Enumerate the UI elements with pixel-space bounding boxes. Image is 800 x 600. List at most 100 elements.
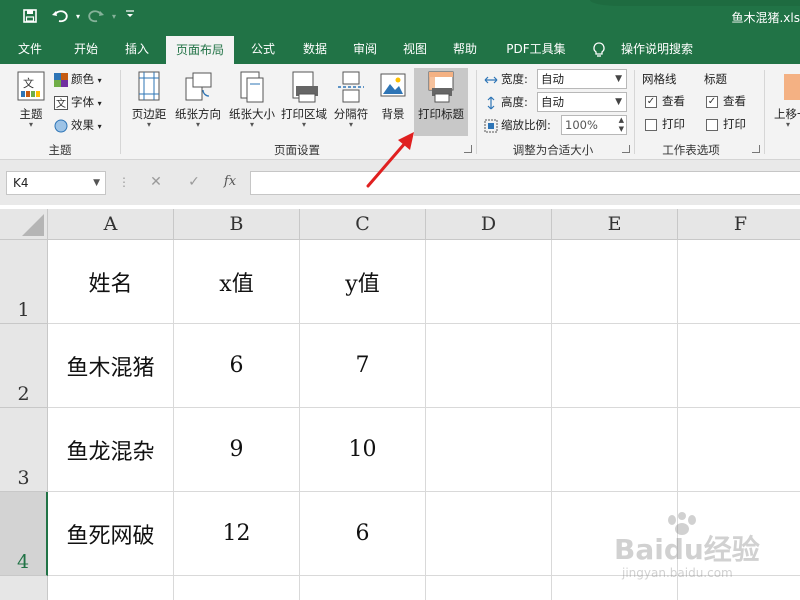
formula-input[interactable] [250,171,800,195]
tab-home[interactable]: 开始 [62,34,110,64]
cancel-icon[interactable]: ✕ [146,172,166,192]
row-header-3[interactable]: 3 [0,408,48,492]
tab-review[interactable]: 审阅 [342,34,388,64]
cell-c4[interactable]: 6 [300,492,426,576]
formula-bar: K4 ▼ ⋮ ✕ ✓ fx [0,160,800,205]
cell-a2[interactable]: 鱼木混猪 [48,324,174,408]
insert-function-icon[interactable]: fx [220,172,240,192]
column-header-f[interactable]: F [678,209,800,240]
print-titles-button[interactable]: 打印标题 [414,68,468,136]
cell-f1[interactable] [678,240,800,324]
scale-launcher-icon[interactable] [622,145,630,153]
sheet-options-launcher-icon[interactable] [752,145,760,153]
theme-fonts-label: 字体 [71,95,94,109]
height-select[interactable]: 自动 ▼ [537,92,627,112]
cell-b4[interactable]: 12 [174,492,300,576]
undo-dropdown-icon[interactable]: ▾ [68,8,88,26]
scale-spinner[interactable]: 100% ▲ ▼ [561,115,627,135]
enter-icon[interactable]: ✓ [184,172,204,192]
cell-b1[interactable]: x值 [174,240,300,324]
breaks-icon [336,70,366,104]
scale-icon [484,119,498,133]
customize-qat-icon[interactable] [120,8,140,26]
tab-view[interactable]: 视图 [392,34,438,64]
cell-a3[interactable]: 鱼龙混杂 [48,408,174,492]
name-box-value: K4 [13,176,29,190]
chevron-down-icon: ▾ [786,120,791,129]
width-select[interactable]: 自动 ▼ [537,69,627,89]
cell-c1[interactable]: y值 [300,240,426,324]
bring-forward-button[interactable]: 上移一 ▾ [770,68,800,136]
select-all-button[interactable] [0,209,48,240]
headings-view-checkbox[interactable]: ✓ 查看 [706,92,746,110]
themes-icon: 文 [16,70,46,104]
tab-file[interactable]: 文件 [8,34,52,64]
cell-f2[interactable] [678,324,800,408]
name-box[interactable]: K4 ▼ [6,171,106,195]
cell-e1[interactable] [552,240,678,324]
theme-colors-button[interactable]: 颜色 ▾ [54,69,102,89]
cell-b3[interactable]: 9 [174,408,300,492]
theme-effects-button[interactable]: 效果 ▾ [54,115,102,135]
size-button[interactable]: 纸张大小 ▾ [226,68,278,136]
cell-d3[interactable] [426,408,552,492]
background-label: 背景 [381,107,405,121]
cell-a1[interactable]: 姓名 [48,240,174,324]
cell-e3[interactable] [552,408,678,492]
cell-d2[interactable] [426,324,552,408]
background-button[interactable]: 背景 [374,68,412,136]
margins-button[interactable]: 页边距 ▾ [126,68,172,136]
lightbulb-icon[interactable] [590,34,608,64]
cell-a5[interactable] [48,576,174,600]
tab-insert[interactable]: 插入 [114,34,160,64]
orientation-button[interactable]: 纸张方向 ▾ [172,68,224,136]
width-label-row: 宽度: [484,69,528,89]
tab-help[interactable]: 帮助 [442,34,488,64]
gridlines-print-checkbox[interactable]: 打印 [645,115,685,133]
watermark-logo-text: Baidu经验 [614,533,760,566]
column-header-c[interactable]: C [300,209,426,240]
row-header-5[interactable] [0,576,48,600]
row-header-2[interactable]: 2 [0,324,48,408]
tab-formulas[interactable]: 公式 [240,34,286,64]
spinner-arrows-icon[interactable]: ▲ ▼ [619,116,624,134]
breaks-button[interactable]: 分隔符 ▾ [330,68,372,136]
column-header-b[interactable]: B [174,209,300,240]
print-area-button[interactable]: 打印区域 ▾ [278,68,330,136]
headings-print-checkbox[interactable]: 打印 [706,115,746,133]
page-setup-launcher-icon[interactable] [464,145,472,153]
column-header-e[interactable]: E [552,209,678,240]
gridlines-view-checkbox[interactable]: ✓ 查看 [645,92,685,110]
cell-d4[interactable] [426,492,552,576]
margins-icon [134,70,164,104]
row-number: 4 [16,551,30,573]
gridlines-print-label: 打印 [662,117,685,131]
cell-e2[interactable] [552,324,678,408]
cell-b5[interactable] [174,576,300,600]
cell-c3[interactable]: 10 [300,408,426,492]
cell-c2[interactable]: 7 [300,324,426,408]
orientation-icon [183,70,213,104]
save-icon[interactable] [20,8,40,26]
undo-icon[interactable] [50,8,70,26]
headings-print-label: 打印 [723,117,746,131]
tab-page-layout[interactable]: 页面布局 [166,36,234,64]
row-header-4[interactable]: 4 [0,492,48,576]
cell-f3[interactable] [678,408,800,492]
cell-b2[interactable]: 6 [174,324,300,408]
cell-c5[interactable] [300,576,426,600]
tab-data[interactable]: 数据 [292,34,338,64]
cell-a4[interactable]: 鱼死网破 [48,492,174,576]
row-header-1[interactable]: 1 [0,240,48,324]
chevron-down-icon[interactable]: ▼ [93,172,100,194]
chevron-down-icon: ▼ [615,74,622,84]
tab-pdf-tools[interactable]: PDF工具集 [498,34,574,64]
cell-d5[interactable] [426,576,552,600]
cell-d1[interactable] [426,240,552,324]
tell-me-search[interactable]: 操作说明搜索 [614,34,700,64]
column-header-d[interactable]: D [426,209,552,240]
themes-button[interactable]: 文 主题 ▾ [10,68,52,136]
background-image-icon [378,70,408,104]
column-header-a[interactable]: A [48,209,174,240]
theme-fonts-button[interactable]: 文字体 ▾ [54,92,102,112]
